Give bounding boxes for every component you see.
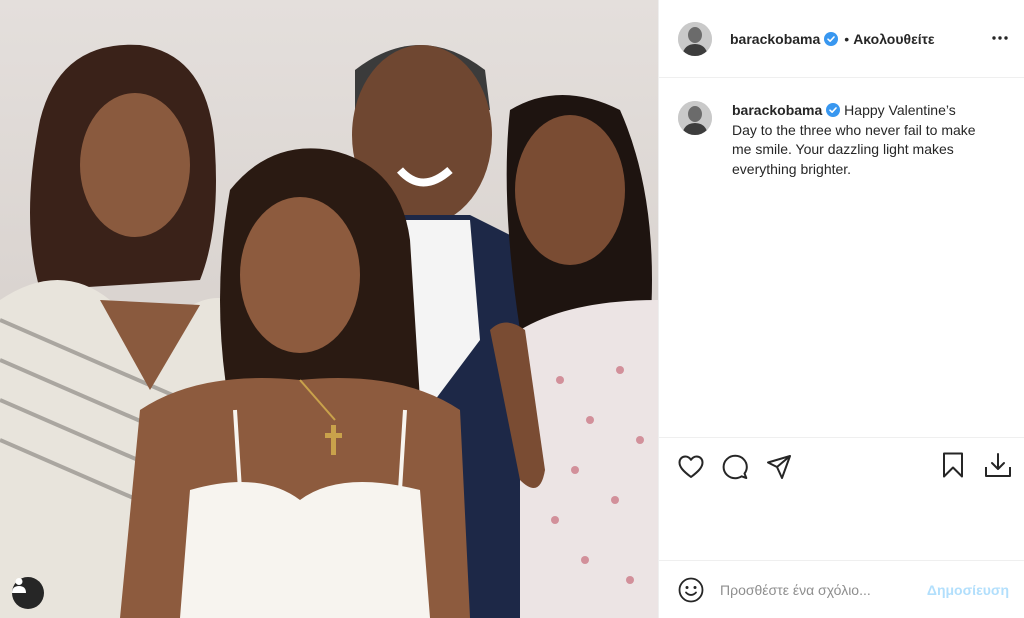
emoji-button[interactable] bbox=[676, 575, 706, 605]
heart-icon bbox=[678, 455, 704, 478]
download-button[interactable] bbox=[983, 450, 1013, 480]
more-dots-icon bbox=[992, 36, 1008, 40]
comment-icon bbox=[722, 454, 748, 479]
like-button[interactable] bbox=[676, 452, 706, 482]
smiley-icon bbox=[678, 577, 704, 602]
post-header: barackobama • Ακολουθείτε bbox=[659, 0, 1024, 78]
user-silhouette-icon bbox=[12, 578, 26, 593]
share-icon bbox=[767, 454, 791, 479]
avatar[interactable] bbox=[678, 21, 712, 56]
family-photo-illustration bbox=[0, 0, 658, 618]
save-button[interactable] bbox=[938, 450, 968, 480]
avatar-image bbox=[678, 101, 712, 135]
comment-input[interactable] bbox=[720, 581, 910, 598]
action-bar bbox=[659, 437, 1024, 495]
follow-status-button[interactable]: Ακολουθείτε bbox=[853, 31, 934, 47]
post-comment-button[interactable]: Δημοσίευση bbox=[927, 582, 1009, 598]
post-photo[interactable] bbox=[0, 0, 658, 618]
caption-username[interactable]: barackobama bbox=[732, 102, 822, 118]
avatar-image bbox=[678, 21, 712, 56]
author-username[interactable]: barackobama bbox=[730, 31, 820, 47]
verified-badge-icon bbox=[824, 31, 839, 46]
comment-button[interactable] bbox=[720, 452, 750, 482]
bookmark-icon bbox=[943, 452, 963, 478]
caption-avatar[interactable] bbox=[678, 101, 712, 135]
more-options-button[interactable] bbox=[989, 28, 1011, 48]
verified-badge-icon bbox=[826, 103, 841, 117]
tagged-user-icon[interactable] bbox=[12, 577, 44, 609]
header-separator: • bbox=[844, 30, 850, 47]
download-icon bbox=[985, 453, 1011, 477]
caption-text-block: barackobama Happy Valentine’s Day to the… bbox=[732, 101, 982, 179]
share-button[interactable] bbox=[764, 452, 794, 482]
comment-form: Δημοσίευση bbox=[659, 560, 1024, 618]
post-caption: barackobama Happy Valentine’s Day to the… bbox=[678, 101, 1008, 179]
post-side-panel: barackobama • Ακολουθείτε barackobama Ha… bbox=[658, 0, 1024, 618]
